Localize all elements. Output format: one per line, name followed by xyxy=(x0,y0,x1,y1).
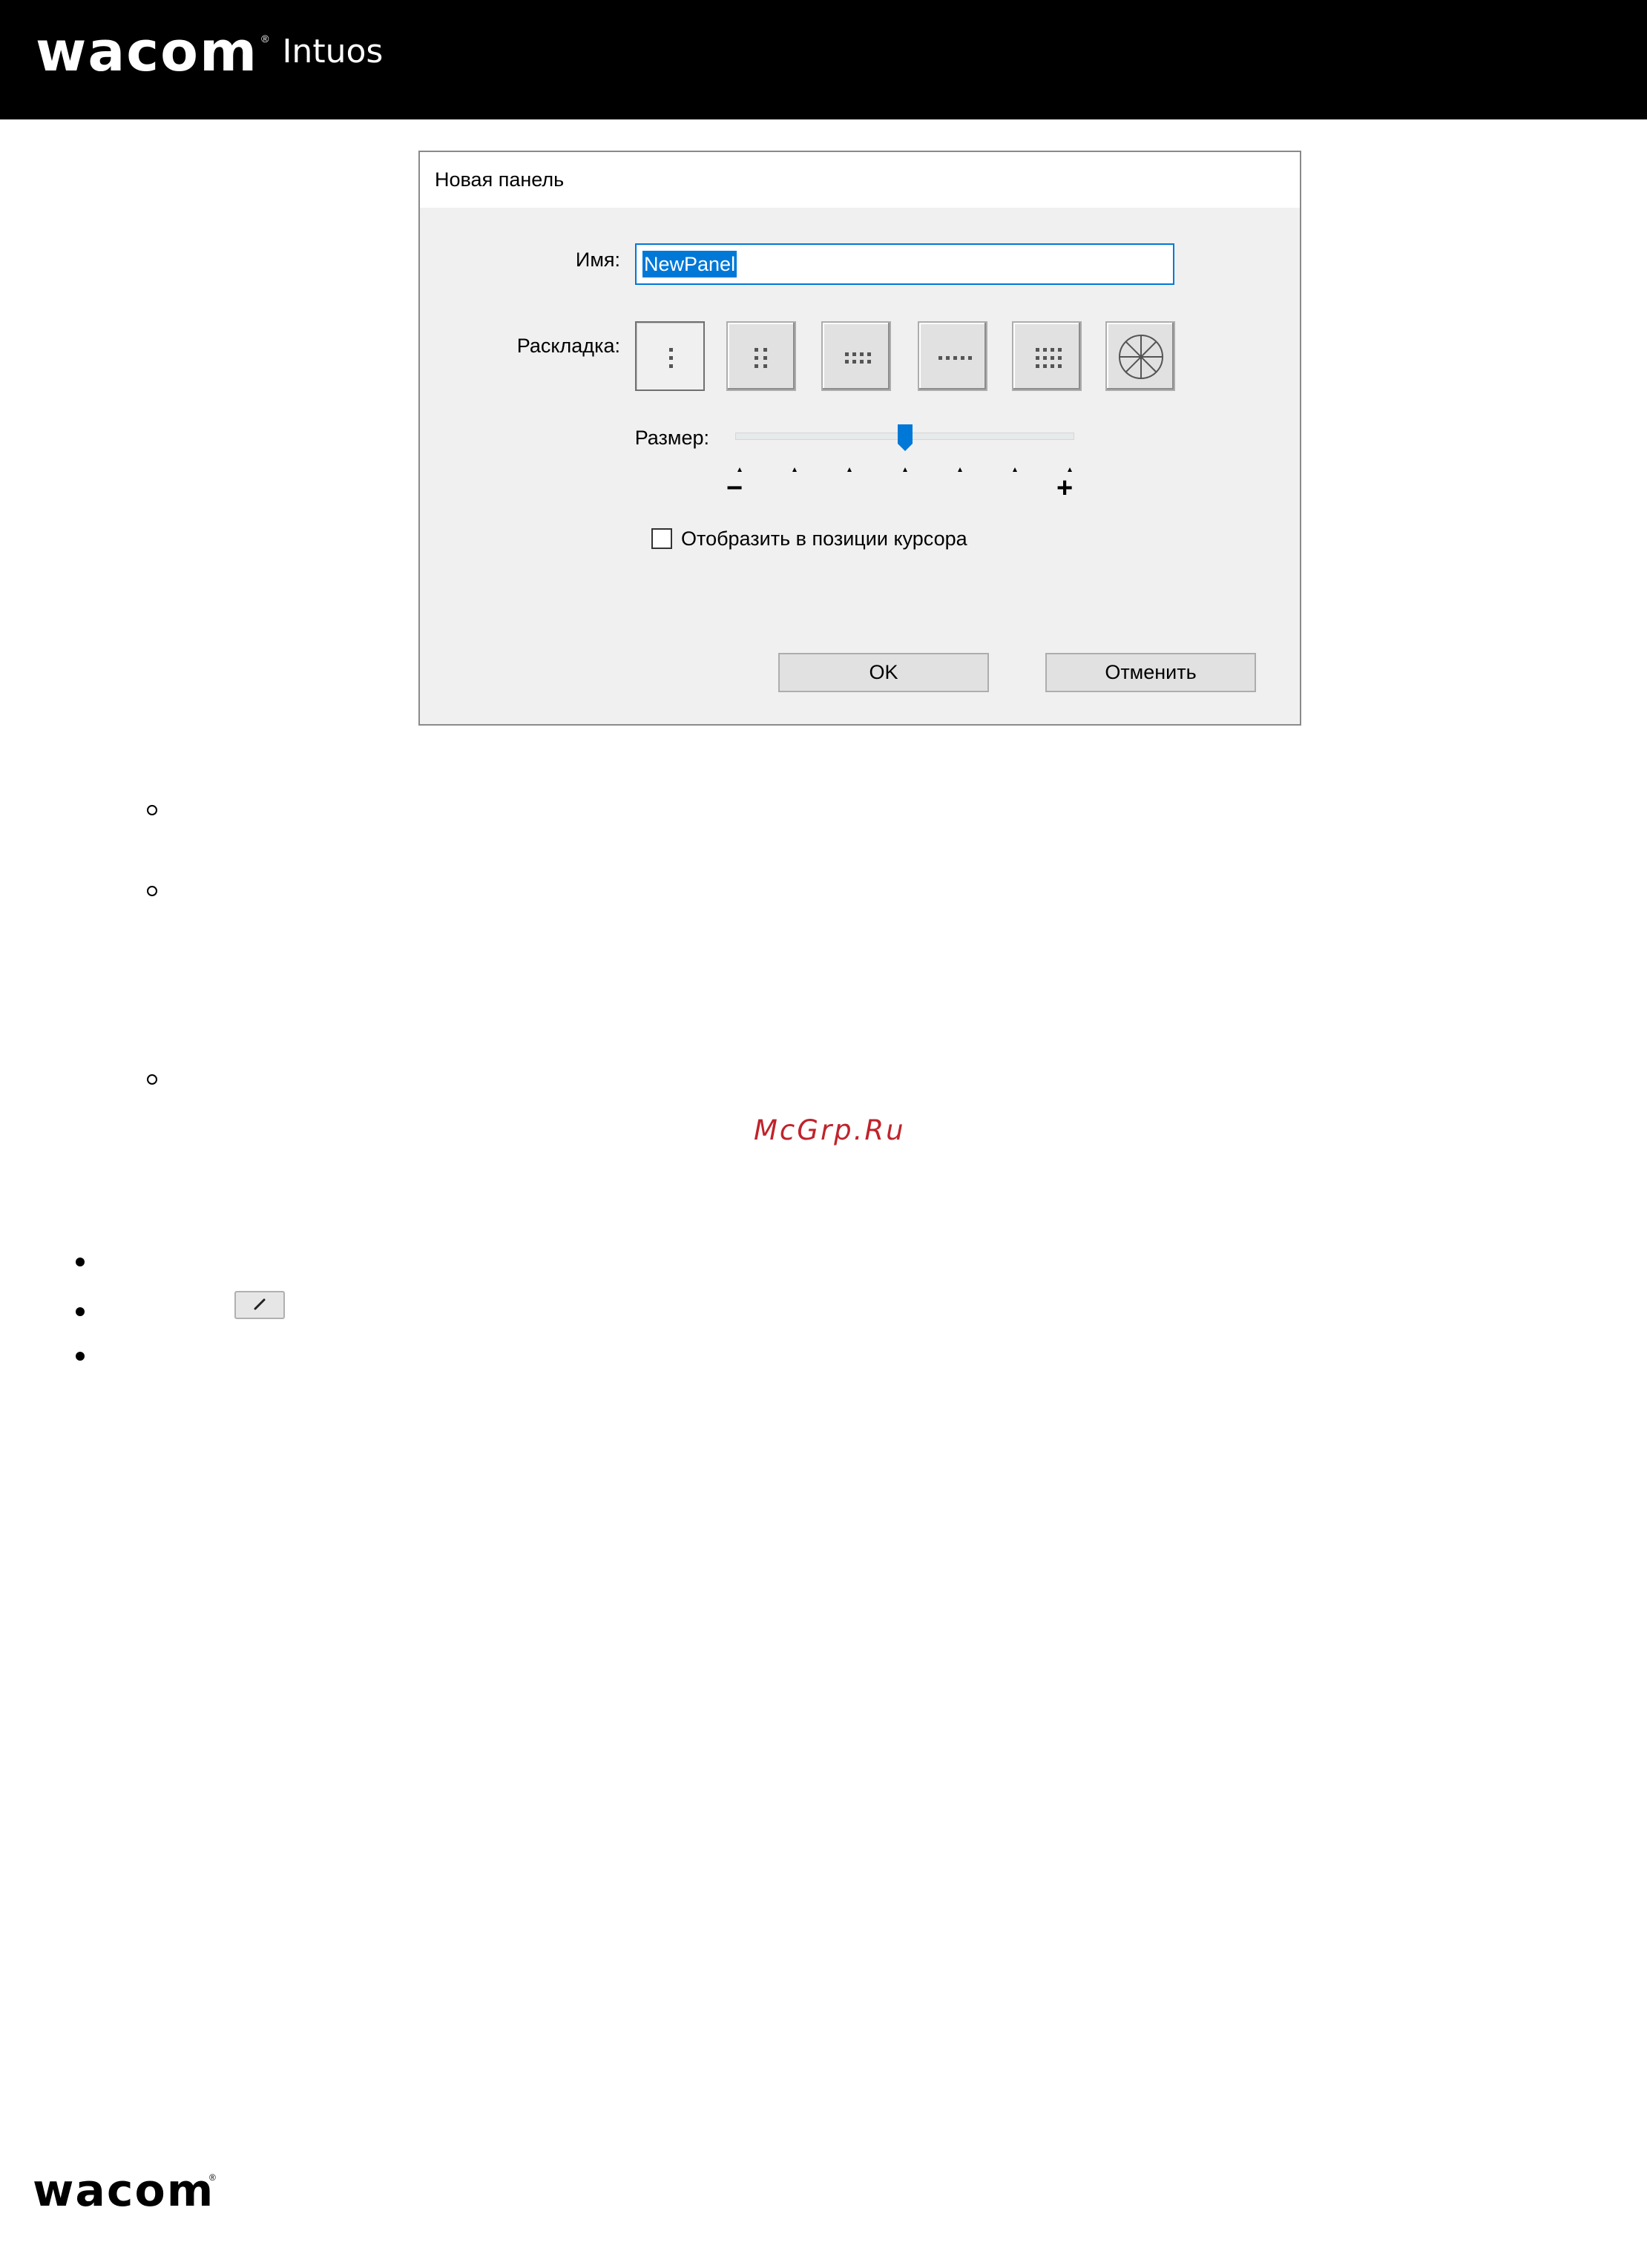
footer-registered-mark: ® xyxy=(209,2172,216,2183)
show-at-cursor-label[interactable]: Отобразить в позиции курсора xyxy=(681,527,967,550)
list-bullet xyxy=(76,1258,85,1266)
name-input[interactable]: NewPanel xyxy=(635,243,1174,285)
layout-grid-button[interactable] xyxy=(1012,321,1082,391)
layout-row-icon xyxy=(938,356,972,360)
sub-list-bullet xyxy=(147,1074,157,1085)
list-bullet xyxy=(76,1352,85,1361)
brand-logo: wacom xyxy=(36,20,259,84)
list-bullet xyxy=(76,1307,85,1316)
size-slider-tick xyxy=(1012,467,1017,472)
name-label: Имя: xyxy=(575,249,620,271)
product-name: Intuos xyxy=(282,33,384,70)
size-slider-tick xyxy=(847,467,852,472)
layout-row-button[interactable] xyxy=(918,321,987,391)
size-slider-thumb[interactable] xyxy=(896,423,914,453)
size-label: Размер: xyxy=(634,427,709,449)
layout-3col-icon xyxy=(845,352,871,364)
size-min-symbol: − xyxy=(726,473,743,504)
layout-radial-icon xyxy=(1119,335,1163,379)
layout-3col-button[interactable] xyxy=(821,321,891,391)
size-slider-tick xyxy=(1068,467,1072,472)
registered-mark: ® xyxy=(261,33,269,45)
watermark-text: McGrp.Ru xyxy=(754,1114,906,1146)
footer-brand-logo: wacom xyxy=(33,2165,215,2217)
pencil-icon xyxy=(254,1298,266,1310)
size-max-symbol: + xyxy=(1056,473,1074,504)
name-input-value: NewPanel xyxy=(642,251,737,277)
layout-2col-button[interactable] xyxy=(726,321,796,391)
size-slider-tick xyxy=(737,467,742,472)
cancel-button[interactable]: Отменить xyxy=(1045,653,1256,692)
size-slider-tick xyxy=(902,467,907,472)
dialog-titlebar: Новая панель xyxy=(420,152,1300,208)
new-panel-dialog: Новая панель Имя: NewPanel Раскладка: Ра… xyxy=(418,151,1301,726)
sub-list-bullet xyxy=(147,886,157,896)
ok-button[interactable]: OK xyxy=(778,653,989,692)
layout-label: Раскладка: xyxy=(516,335,620,357)
layout-2col-icon xyxy=(755,348,767,368)
layout-radial-button[interactable] xyxy=(1105,321,1175,391)
edit-button[interactable] xyxy=(234,1291,285,1319)
layout-1col-button[interactable] xyxy=(635,321,705,391)
size-slider-tick xyxy=(957,467,962,472)
dialog-title: Новая панель xyxy=(435,168,565,191)
layout-1col-icon xyxy=(669,348,673,368)
sub-list-bullet xyxy=(147,805,157,815)
show-at-cursor-checkbox[interactable] xyxy=(651,528,672,549)
wacom-intuos-logo: wacom ® Intuos xyxy=(36,22,383,82)
layout-grid-icon xyxy=(1036,348,1062,368)
header-bar: wacom ® Intuos xyxy=(0,0,1647,119)
size-slider-tick xyxy=(792,467,798,472)
